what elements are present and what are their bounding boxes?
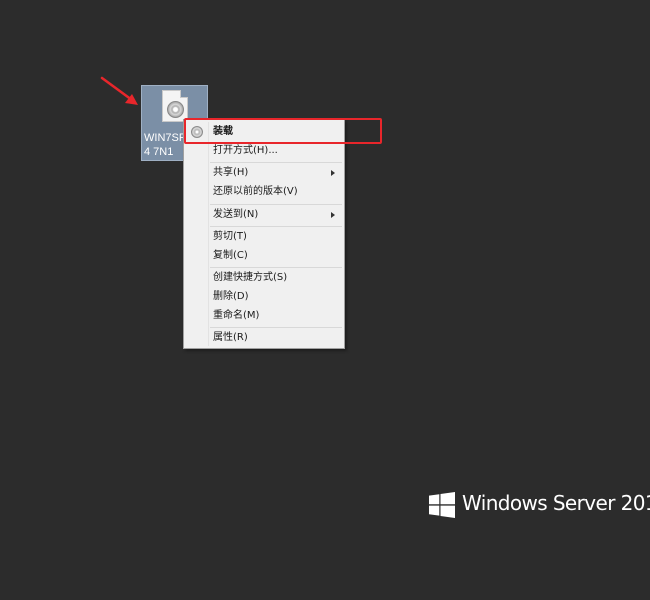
menu-item-label: 剪切(T) (213, 231, 247, 242)
menu-item-label: 共享(H) (213, 167, 249, 178)
menu-item-send-to[interactable]: 发送到(N) (186, 206, 342, 224)
disc-image-file-icon (162, 90, 188, 122)
menu-item-open-with[interactable]: 打开方式(H)... (186, 142, 342, 160)
windows-logo-icon (429, 492, 455, 518)
menu-item-restore-previous-versions[interactable]: 还原以前的版本(V) (186, 183, 342, 201)
annotation-arrow-icon (100, 76, 138, 105)
menu-item-cut[interactable]: 剪切(T) (186, 228, 342, 246)
context-menu: 装载 打开方式(H)... 共享(H) 还原以前的版本(V) 发送到(N) 剪切… (183, 119, 345, 349)
branding-text: Windows Server 2012 (462, 491, 650, 515)
menu-item-label: 复制(C) (213, 250, 248, 261)
menu-item-label: 属性(R) (213, 332, 248, 343)
menu-separator (210, 226, 342, 227)
menu-item-share[interactable]: 共享(H) (186, 164, 342, 182)
menu-item-label: 发送到(N) (213, 209, 259, 220)
menu-item-properties[interactable]: 属性(R) (186, 329, 342, 347)
menu-separator (210, 204, 342, 205)
menu-item-rename[interactable]: 重命名(M) (186, 307, 342, 325)
submenu-arrow-icon (331, 170, 335, 176)
menu-item-label: 还原以前的版本(V) (213, 186, 298, 197)
menu-item-label: 打开方式(H)... (213, 145, 278, 156)
menu-item-delete[interactable]: 删除(D) (186, 288, 342, 306)
submenu-arrow-icon (331, 212, 335, 218)
menu-item-label: 重命名(M) (213, 310, 260, 321)
menu-separator (210, 162, 342, 163)
menu-separator (210, 327, 342, 328)
menu-item-create-shortcut[interactable]: 创建快捷方式(S) (186, 269, 342, 287)
desktop: WIN7SP 4 7N1 装载 打开方式(H)... 共享(H) 还原以前的版本… (0, 0, 650, 600)
windows-server-branding: Windows Server 2012 (429, 490, 650, 520)
disc-icon (167, 101, 184, 118)
menu-item-label: 删除(D) (213, 291, 249, 302)
annotation-highlight-box (184, 118, 382, 144)
menu-separator (210, 267, 342, 268)
menu-item-label: 创建快捷方式(S) (213, 272, 288, 283)
menu-item-copy[interactable]: 复制(C) (186, 247, 342, 265)
